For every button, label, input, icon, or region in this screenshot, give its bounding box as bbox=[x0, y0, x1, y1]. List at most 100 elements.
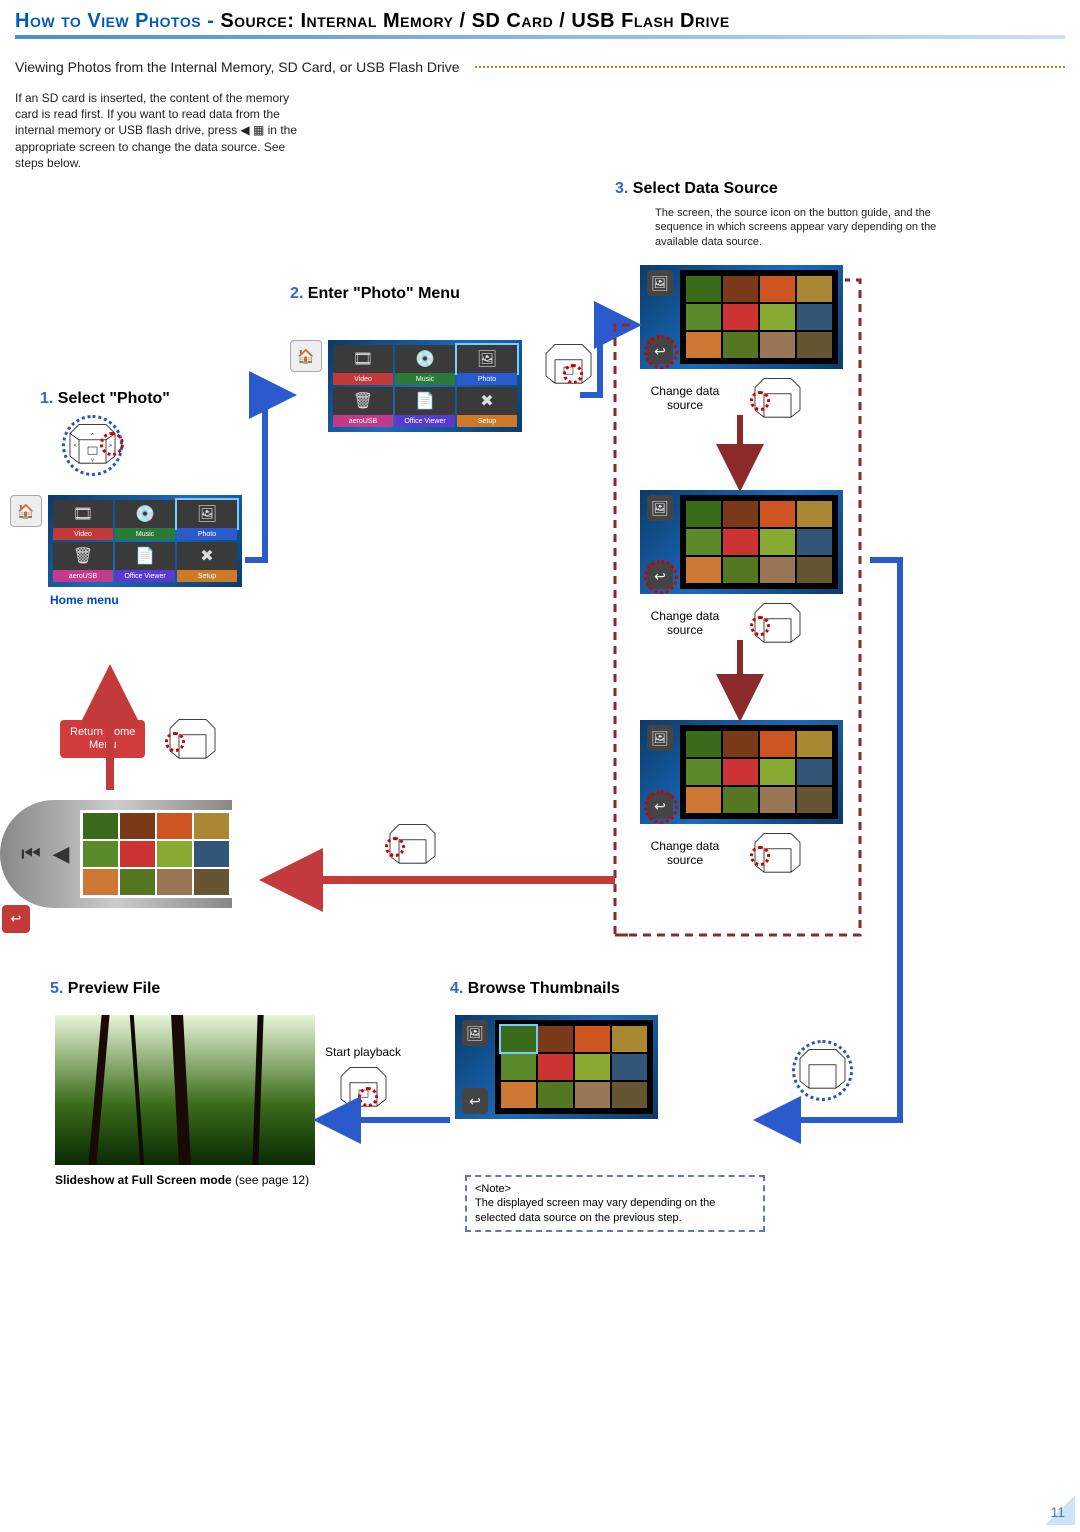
thumbnail bbox=[686, 332, 721, 358]
thumbnail bbox=[760, 529, 795, 555]
thumbnail bbox=[797, 276, 832, 302]
thumbnail bbox=[760, 332, 795, 358]
thumbnail bbox=[686, 759, 721, 785]
thumbnail bbox=[686, 557, 721, 583]
change-source-label: Change datasource bbox=[640, 384, 730, 412]
mid-remote-cube bbox=[380, 820, 445, 868]
thumbnail bbox=[686, 276, 721, 302]
thumbnail bbox=[686, 304, 721, 330]
thumbnail bbox=[501, 1054, 536, 1080]
thumbnail bbox=[723, 759, 758, 785]
page-title: How to View Photos - Source: Internal Me… bbox=[15, 10, 1065, 35]
step3-screen-a: 🖼 ↩ Change datasource bbox=[640, 265, 843, 422]
home-icon: 🏠 bbox=[290, 340, 322, 372]
thumbnail bbox=[575, 1082, 610, 1108]
step1-remote-cube: ^ v < > bbox=[60, 420, 125, 468]
thumbnail bbox=[575, 1026, 610, 1052]
thumbnail bbox=[723, 501, 758, 527]
thumbnail bbox=[760, 304, 795, 330]
source-icon: ↩ bbox=[647, 563, 673, 589]
prev-track-icon: ⏮ bbox=[20, 839, 42, 869]
step1-block: 1. Select "Photo" bbox=[40, 390, 170, 416]
thumbnail bbox=[538, 1054, 573, 1080]
thumbnail bbox=[83, 869, 118, 895]
thumbnail bbox=[538, 1082, 573, 1108]
thumbnail bbox=[120, 869, 155, 895]
step4-remote-cube bbox=[790, 1045, 855, 1093]
thumbnail bbox=[194, 841, 229, 867]
thumbnail bbox=[157, 813, 192, 839]
photo-icon: 🖼 bbox=[647, 725, 673, 751]
step5-image: Slideshow at Full Screen mode (see page … bbox=[55, 1015, 315, 1187]
thumbnail bbox=[797, 501, 832, 527]
thumbnail bbox=[723, 787, 758, 813]
home-menu-label: Home menu bbox=[50, 593, 242, 607]
thumbnail bbox=[723, 304, 758, 330]
thumbnail bbox=[194, 869, 229, 895]
thumbnail bbox=[760, 787, 795, 813]
step5-block: 5. Preview File bbox=[50, 980, 160, 1006]
thumbnail bbox=[501, 1082, 536, 1108]
menu-tile: 💿Music bbox=[115, 500, 175, 540]
menu-tile: ✖Setup bbox=[457, 387, 517, 427]
photo-icon: 🖼 bbox=[462, 1020, 488, 1046]
title-underline bbox=[15, 35, 1065, 39]
thumbnail bbox=[686, 501, 721, 527]
note-box: <Note> The displayed screen may vary dep… bbox=[465, 1175, 765, 1232]
prev-icon: ◀ bbox=[50, 839, 72, 869]
page-number: 11 bbox=[1050, 1504, 1065, 1520]
start-playback-block: Start playback bbox=[325, 1045, 401, 1111]
step3-block: 3. Select Data Source The screen, the so… bbox=[615, 180, 945, 249]
preview-device: ⏮ ◀ bbox=[0, 800, 232, 908]
intro-text: If an SD card is inserted, the content o… bbox=[15, 90, 315, 171]
subtitle: Viewing Photos from the Internal Memory,… bbox=[15, 59, 460, 75]
thumbnail bbox=[723, 332, 758, 358]
menu-tile: 🖼Photo bbox=[457, 345, 517, 385]
thumbnail bbox=[120, 813, 155, 839]
thumbnail bbox=[120, 841, 155, 867]
thumbnail bbox=[83, 841, 118, 867]
change-source-label: Change datasource bbox=[640, 609, 730, 637]
thumbnail bbox=[686, 529, 721, 555]
thumbnail bbox=[723, 731, 758, 757]
thumbnail bbox=[83, 813, 118, 839]
thumbnail bbox=[760, 501, 795, 527]
thumbnail bbox=[612, 1026, 647, 1052]
menu-tile: 📄Office Viewer bbox=[115, 542, 175, 582]
step4-screen: 🖼 ↩ bbox=[455, 1015, 658, 1119]
step4-block: 4. Browse Thumbnails bbox=[450, 980, 620, 1006]
photo-icon: 🖼 bbox=[647, 495, 673, 521]
menu-tile: 📄Office Viewer bbox=[395, 387, 455, 427]
step2-block: 2. Enter "Photo" Menu bbox=[290, 285, 460, 311]
thumbnail bbox=[760, 731, 795, 757]
subtitle-row: Viewing Photos from the Internal Memory,… bbox=[15, 59, 1065, 75]
step3-desc: The screen, the source icon on the butto… bbox=[655, 206, 945, 249]
thumbnail bbox=[194, 813, 229, 839]
thumbnail bbox=[797, 731, 832, 757]
thumbnail bbox=[501, 1026, 536, 1052]
step1-screen: 🏠 🎞Video💿Music🖼Photo🗑aeroUSB📄Office View… bbox=[10, 495, 242, 607]
thumbnail bbox=[760, 557, 795, 583]
thumbnail bbox=[575, 1054, 610, 1080]
step2-screen: 🏠 🎞Video💿Music🖼Photo🗑aeroUSB📄Office View… bbox=[290, 340, 601, 432]
thumbnail bbox=[723, 529, 758, 555]
thumbnail bbox=[157, 841, 192, 867]
menu-tile: 🎞Video bbox=[53, 500, 113, 540]
thumbnail bbox=[538, 1026, 573, 1052]
thumbnail bbox=[797, 304, 832, 330]
thumbnail bbox=[686, 787, 721, 813]
thumbnail bbox=[797, 759, 832, 785]
thumbnail bbox=[723, 557, 758, 583]
return-home-row: Return HomeMenu bbox=[60, 715, 225, 763]
thumbnail bbox=[797, 529, 832, 555]
photo-icon: 🖼 bbox=[647, 270, 673, 296]
thumbnail bbox=[612, 1054, 647, 1080]
thumbnail bbox=[760, 759, 795, 785]
menu-tile: 💿Music bbox=[395, 345, 455, 385]
dotted-separator bbox=[475, 66, 1065, 69]
thumbnail bbox=[686, 731, 721, 757]
source-icon: ↩ bbox=[462, 1088, 488, 1114]
thumbnail bbox=[157, 869, 192, 895]
source-badge: ↩ bbox=[2, 905, 30, 933]
thumbnail bbox=[612, 1082, 647, 1108]
